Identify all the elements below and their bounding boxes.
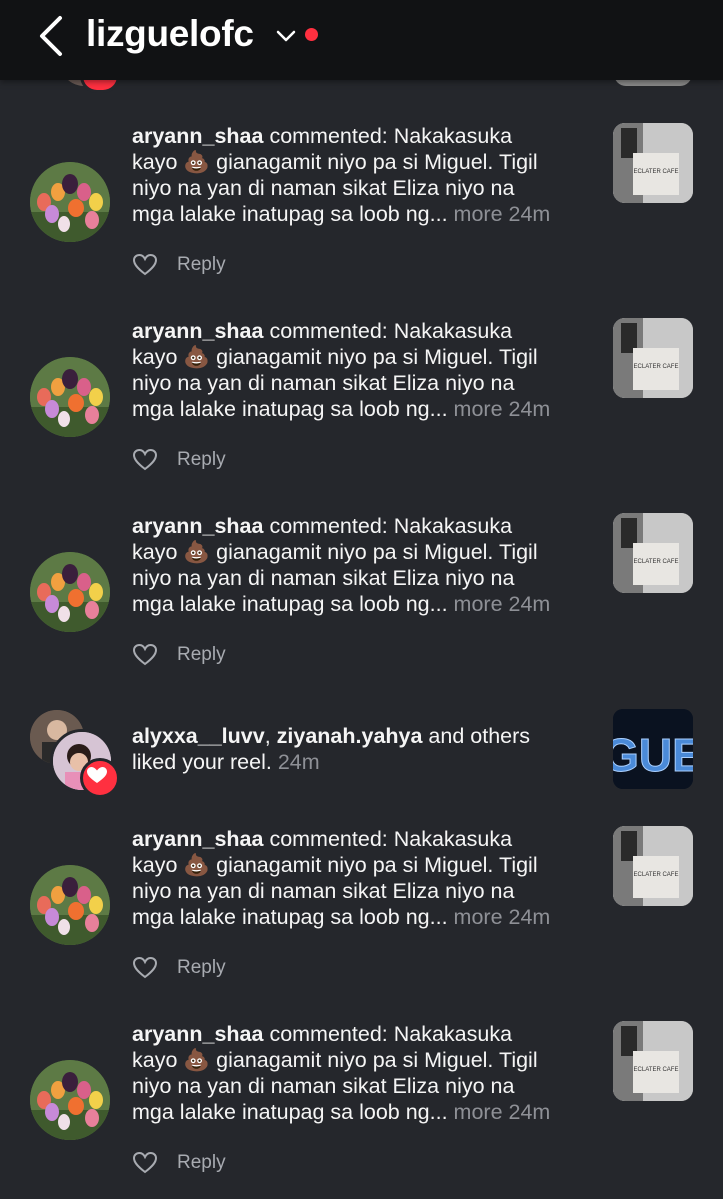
comment-text: commented: Nakakasuka	[263, 514, 513, 538]
svg-text:ECLATER CAFE: ECLATER CAFE	[634, 1067, 679, 1073]
tulips-icon	[30, 552, 110, 632]
svg-text:GUE: GUE	[613, 729, 693, 781]
comment-text: kayo 💩 gianagamit niyo pa si Miguel. Tig…	[132, 540, 538, 564]
like-heart-outline-icon[interactable]	[133, 1152, 157, 1174]
comment-text: mga lalake inatupag sa loob ng...	[132, 1100, 448, 1124]
like-heart-outline-icon[interactable]	[133, 957, 157, 979]
back-arrow-icon[interactable]	[36, 14, 70, 58]
heart-badge	[80, 758, 120, 798]
more-link[interactable]: more	[454, 397, 503, 421]
timestamp: 24m	[508, 905, 551, 929]
more-link[interactable]: more	[454, 1100, 503, 1124]
tulips-icon	[30, 357, 110, 437]
username[interactable]: aryann_shaa	[132, 319, 263, 343]
timestamp: 24m	[508, 397, 551, 421]
svg-text:ECLATER CAFE: ECLATER CAFE	[634, 559, 679, 565]
cafe-thumbnail-image: ECLATER CAFE	[613, 318, 693, 398]
like-heart-outline-icon[interactable]	[133, 449, 157, 471]
username[interactable]: aryann_shaa	[132, 827, 263, 851]
like-heart-outline-icon[interactable]	[133, 254, 157, 276]
reply-button[interactable]: Reply	[177, 957, 226, 979]
cafe-thumbnail-image: ECLATER CAFE	[613, 826, 693, 906]
post-thumbnail[interactable]: ECLATER CAFE	[613, 318, 693, 398]
comment-text: kayo 💩 gianagamit niyo pa si Miguel. Tig…	[132, 345, 538, 369]
reply-button[interactable]: Reply	[177, 1152, 226, 1174]
notification-text: aryann_shaa commented: Nakakasuka kayo 💩…	[132, 318, 592, 422]
comment-text: niyo na yan di naman sikat Eliza niyo na	[132, 371, 515, 395]
timestamp: 24m	[277, 750, 320, 774]
cafe-thumbnail-image: ECLATER CAFE	[613, 1021, 693, 1101]
account-title[interactable]: lizguelofc	[86, 13, 254, 55]
notification-text: aryann_shaa commented: Nakakasuka kayo 💩…	[132, 826, 592, 930]
post-thumbnail[interactable]: ECLATER CAFE	[613, 123, 693, 203]
tulips-icon	[30, 1060, 110, 1140]
comment-text: mga lalake inatupag sa loob ng...	[132, 592, 448, 616]
notification-text: aryann_shaa commented: Nakakasuka kayo 💩…	[132, 1021, 592, 1125]
unread-dot	[305, 28, 318, 41]
reel-thumbnail[interactable]: GUE	[613, 709, 693, 789]
reel-thumbnail-image: GUE	[613, 709, 693, 789]
comment-text: kayo 💩 gianagamit niyo pa si Miguel. Tig…	[132, 853, 538, 877]
avatar[interactable]	[30, 162, 110, 242]
username[interactable]: aryann_shaa	[132, 124, 263, 148]
more-link[interactable]: more	[454, 202, 503, 226]
tulips-icon	[30, 865, 110, 945]
tulips-icon	[30, 162, 110, 242]
comment-text: niyo na yan di naman sikat Eliza niyo na	[132, 879, 515, 903]
comment-text: kayo 💩 gianagamit niyo pa si Miguel. Tig…	[132, 150, 538, 174]
comment-text: commented: Nakakasuka	[263, 319, 513, 343]
comment-text: niyo na yan di naman sikat Eliza niyo na	[132, 1074, 515, 1098]
username[interactable]: aryann_shaa	[132, 1022, 263, 1046]
avatar[interactable]	[30, 865, 110, 945]
comment-text: mga lalake inatupag sa loob ng...	[132, 397, 448, 421]
notification-text: aryann_shaa commented: Nakakasuka kayo 💩…	[132, 123, 592, 227]
svg-text:ECLATER CAFE: ECLATER CAFE	[634, 169, 679, 175]
timestamp: 24m	[508, 592, 551, 616]
comment-text: commented: Nakakasuka	[263, 827, 513, 851]
timestamp: 24m	[508, 1100, 551, 1124]
comment-text: commented: Nakakasuka	[263, 124, 513, 148]
timestamp: 24m	[508, 202, 551, 226]
post-thumbnail[interactable]: ECLATER CAFE	[613, 826, 693, 906]
avatar[interactable]	[30, 357, 110, 437]
top-bar: lizguelofc	[0, 0, 723, 80]
like-text: and others	[422, 724, 531, 748]
cafe-thumbnail-image: ECLATER CAFE	[613, 513, 693, 593]
avatar[interactable]	[30, 1060, 110, 1140]
more-link[interactable]: more	[454, 905, 503, 929]
reply-button[interactable]: Reply	[177, 644, 226, 666]
comment-text: mga lalake inatupag sa loob ng...	[132, 202, 448, 226]
svg-text:ECLATER CAFE: ECLATER CAFE	[634, 364, 679, 370]
post-thumbnail[interactable]: ECLATER CAFE	[613, 1021, 693, 1101]
comment-text: niyo na yan di naman sikat Eliza niyo na	[132, 176, 515, 200]
comment-text: commented: Nakakasuka	[263, 1022, 513, 1046]
reply-button[interactable]: Reply	[177, 449, 226, 471]
username[interactable]: ziyanah.yahya	[277, 724, 423, 748]
more-link[interactable]: more	[454, 592, 503, 616]
username[interactable]: alyxxa__luvv	[132, 724, 265, 748]
post-thumbnail[interactable]: ECLATER CAFE	[613, 513, 693, 593]
like-text: liked your reel.	[132, 750, 272, 774]
heart-icon	[87, 767, 107, 783]
notification-text: aryann_shaa commented: Nakakasuka kayo 💩…	[132, 513, 592, 617]
separator: ,	[264, 724, 277, 748]
cafe-thumbnail-image: ECLATER CAFE	[613, 123, 693, 203]
comment-text: kayo 💩 gianagamit niyo pa si Miguel. Tig…	[132, 1048, 538, 1072]
avatar[interactable]	[30, 552, 110, 632]
comment-text: mga lalake inatupag sa loob ng...	[132, 905, 448, 929]
like-heart-outline-icon[interactable]	[133, 644, 157, 666]
username[interactable]: aryann_shaa	[132, 514, 263, 538]
reply-button[interactable]: Reply	[177, 254, 226, 276]
comment-text: niyo na yan di naman sikat Eliza niyo na	[132, 566, 515, 590]
svg-text:ECLATER CAFE: ECLATER CAFE	[634, 872, 679, 878]
notification-text: alyxxa__luvv, ziyanah.yahya and others l…	[132, 723, 592, 775]
chevron-down-icon[interactable]	[274, 24, 298, 48]
